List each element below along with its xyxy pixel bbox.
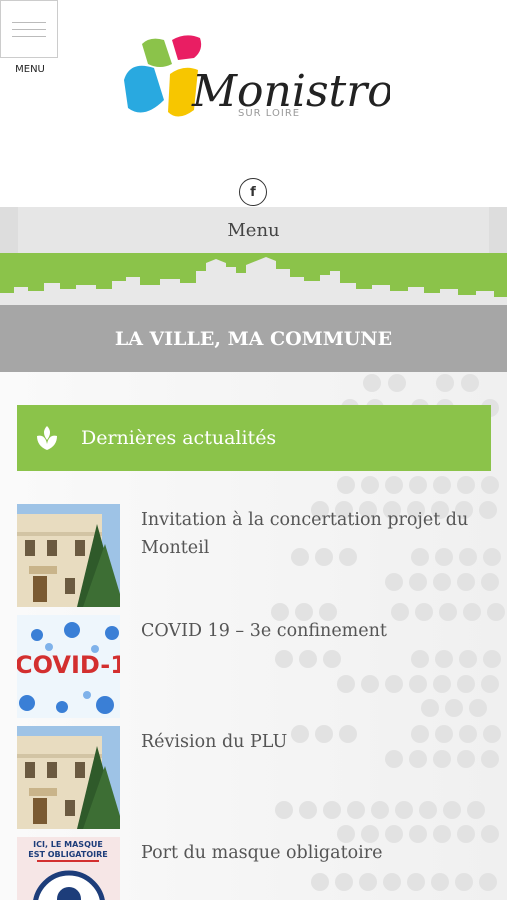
news-item[interactable]: COVID-19 COVID 19 – 3e confinement <box>17 615 491 718</box>
news-item[interactable]: Invitation à la concertation projet du M… <box>17 504 491 607</box>
nav-menu-label[interactable]: Menu <box>18 207 489 253</box>
mask-thumb-text-2: EST OBLIGATOIRE <box>28 850 107 859</box>
logo-subtitle: SUR LOIRE <box>238 108 300 119</box>
leaves-icon <box>37 426 57 450</box>
menu-toggle-label: MENU <box>15 64 45 75</box>
nav-menu-bar[interactable]: Menu <box>0 207 507 253</box>
menu-toggle-button[interactable] <box>0 0 58 58</box>
news-thumbnail-town-hall[interactable] <box>17 504 120 607</box>
main-content: Dernières actualités Invitation à la con… <box>0 372 507 900</box>
news-section-title: Dernières actualités <box>81 427 277 449</box>
news-item[interactable]: ICI, LE MASQUE EST OBLIGATOIRE Port du m… <box>17 837 491 900</box>
news-item[interactable]: Révision du PLU <box>17 726 491 829</box>
town-skyline-decoration <box>0 253 507 305</box>
section-banner: LA VILLE, MA COMMUNE <box>0 305 507 372</box>
covid-thumb-text: COVID-19 <box>17 651 120 679</box>
mask-thumb-text-1: ICI, LE MASQUE <box>33 840 103 849</box>
news-thumbnail-town-hall[interactable] <box>17 726 120 829</box>
news-item-title[interactable]: Révision du PLU <box>141 728 491 756</box>
news-thumbnail-mask[interactable]: ICI, LE MASQUE EST OBLIGATOIRE <box>17 837 120 900</box>
news-thumbnail-covid[interactable]: COVID-19 <box>17 615 120 718</box>
news-item-title[interactable]: Invitation à la concertation projet du M… <box>141 506 491 562</box>
news-item-title[interactable]: Port du masque obligatoire <box>141 839 491 867</box>
news-item-title[interactable]: COVID 19 – 3e confinement <box>141 617 491 645</box>
monistrol-logo[interactable]: Monistrol SUR LOIRE <box>120 30 390 130</box>
news-section-header: Dernières actualités <box>17 405 491 471</box>
facebook-icon[interactable]: f <box>239 178 267 206</box>
